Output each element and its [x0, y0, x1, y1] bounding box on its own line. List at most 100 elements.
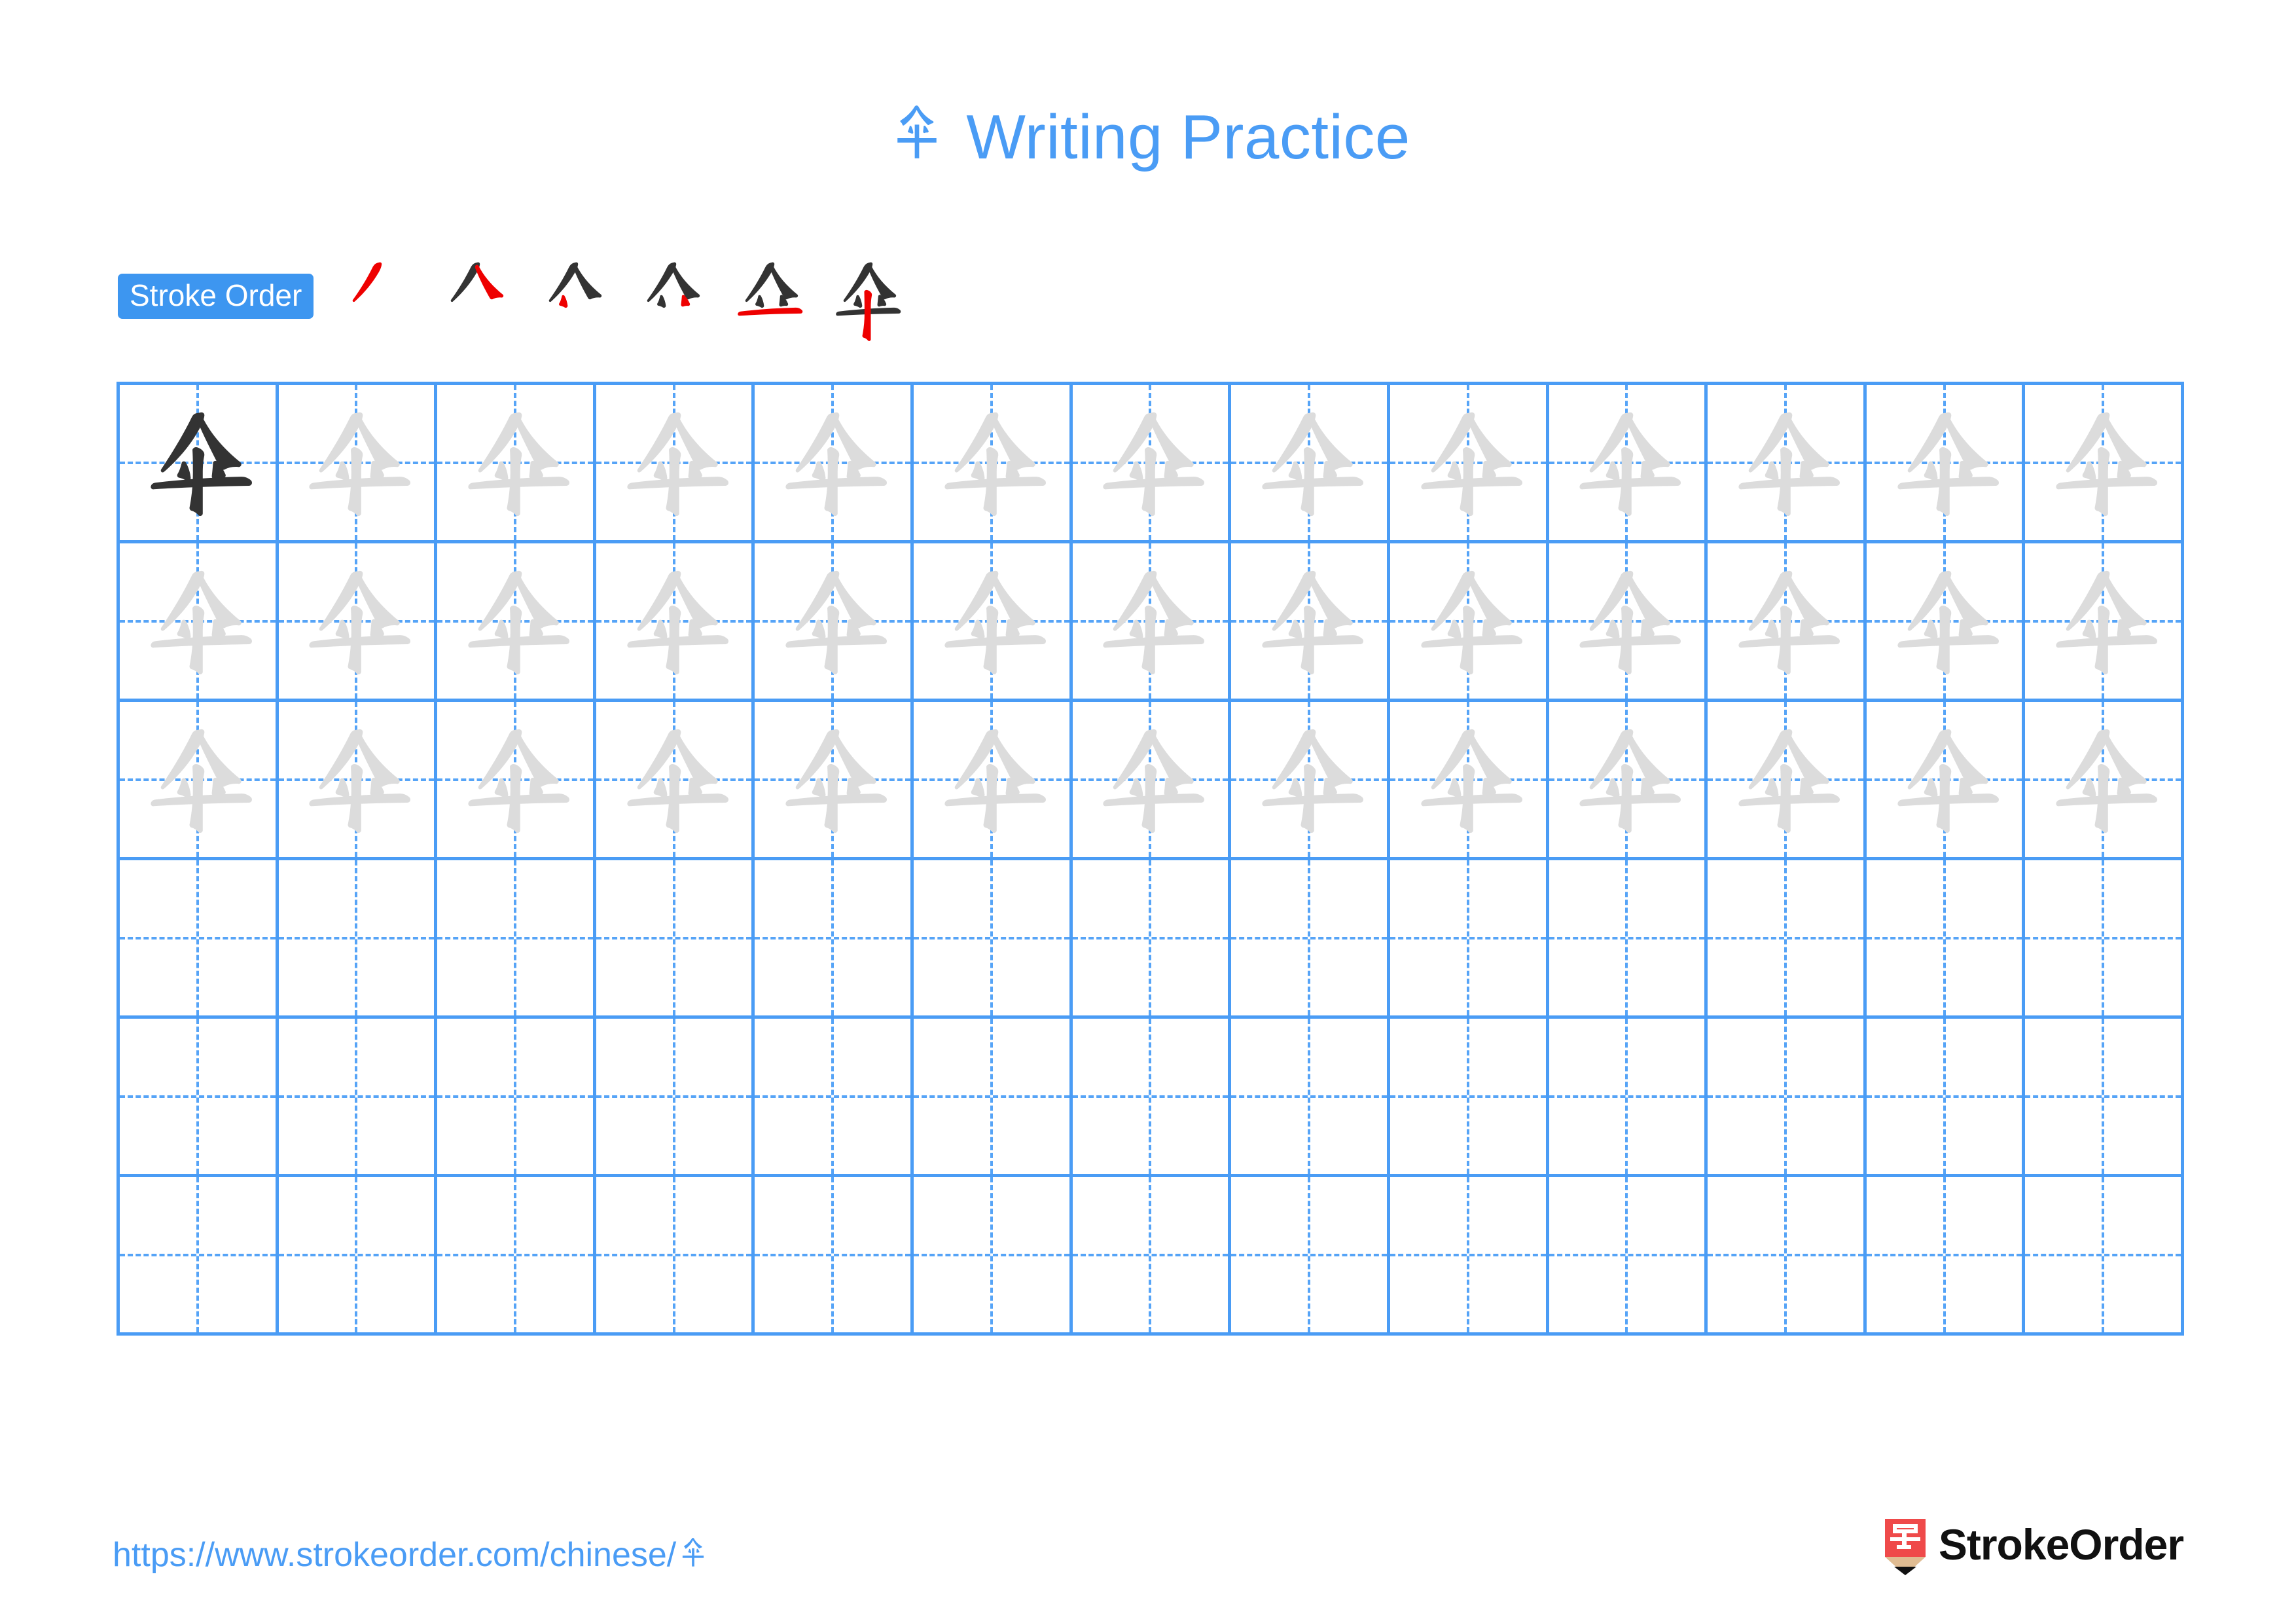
character-glyph-trace	[1390, 385, 1546, 540]
grid-cell-r4c12[interactable]	[1866, 860, 2026, 1019]
grid-cell-r1c7[interactable]	[1072, 385, 1232, 543]
grid-cell-r5c13[interactable]	[2025, 1019, 2184, 1177]
grid-cell-r2c3[interactable]	[437, 543, 596, 702]
grid-cell-r4c5[interactable]	[755, 860, 914, 1019]
grid-cell-r6c8[interactable]	[1231, 1177, 1390, 1336]
character-glyph-trace	[914, 543, 1069, 699]
stroke-order-badge: Stroke Order	[118, 273, 314, 319]
grid-cell-r6c5[interactable]	[755, 1177, 914, 1336]
grid-cell-r4c7[interactable]	[1072, 860, 1232, 1019]
grid-cell-r2c2[interactable]	[278, 543, 438, 702]
grid-cell-r4c3[interactable]	[437, 860, 596, 1019]
grid-cell-r3c3[interactable]	[437, 702, 596, 860]
character-glyph-trace	[1867, 702, 2022, 857]
grid-cell-r3c9[interactable]	[1390, 702, 1549, 860]
character-glyph-trace	[1867, 385, 2022, 540]
grid-cell-r2c10[interactable]	[1549, 543, 1708, 702]
grid-cell-r3c2[interactable]	[278, 702, 438, 860]
grid-cell-r2c7[interactable]	[1072, 543, 1232, 702]
grid-cell-r5c8[interactable]	[1231, 1019, 1390, 1177]
grid-cell-r5c7[interactable]	[1072, 1019, 1232, 1177]
grid-cell-r1c1[interactable]	[120, 385, 279, 543]
grid-cell-r5c11[interactable]	[1708, 1019, 1867, 1177]
grid-cell-r6c11[interactable]	[1708, 1177, 1867, 1336]
character-glyph-trace	[279, 385, 435, 540]
grid-cell-r5c10[interactable]	[1549, 1019, 1708, 1177]
grid-cell-r6c9[interactable]	[1390, 1177, 1549, 1336]
grid-cell-r2c11[interactable]	[1708, 543, 1867, 702]
grid-cell-r1c2[interactable]	[278, 385, 438, 543]
grid-cell-r5c6[interactable]	[914, 1019, 1073, 1177]
grid-cell-r2c5[interactable]	[755, 543, 914, 702]
grid-cell-r4c11[interactable]	[1708, 860, 1867, 1019]
brand-logo[interactable]: StrokeOrder	[1884, 1518, 2184, 1577]
grid-cell-r4c2[interactable]	[278, 860, 438, 1019]
grid-cell-r6c6[interactable]	[914, 1177, 1073, 1336]
grid-cell-r3c13[interactable]	[2025, 702, 2184, 860]
grid-cell-r4c10[interactable]	[1549, 860, 1708, 1019]
grid-cell-r2c4[interactable]	[596, 543, 755, 702]
grid-cell-r6c13[interactable]	[2025, 1177, 2184, 1336]
stroke-step-6	[819, 248, 917, 346]
grid-cell-r5c3[interactable]	[437, 1019, 596, 1177]
character-glyph-trace	[120, 543, 276, 699]
stroke-order-section: Stroke Order	[118, 252, 917, 341]
grid-cell-r5c1[interactable]	[120, 1019, 279, 1177]
grid-cell-r5c5[interactable]	[755, 1019, 914, 1177]
grid-cell-r4c8[interactable]	[1231, 860, 1390, 1019]
grid-cell-r5c9[interactable]	[1390, 1019, 1549, 1177]
character-glyph-trace	[437, 702, 593, 857]
grid-cell-r3c5[interactable]	[755, 702, 914, 860]
character-glyph-trace	[1708, 543, 1863, 699]
page-title-text: Writing Practice	[948, 102, 1410, 172]
grid-cell-r2c13[interactable]	[2025, 543, 2184, 702]
grid-cell-r2c8[interactable]	[1231, 543, 1390, 702]
grid-cell-r3c10[interactable]	[1549, 702, 1708, 860]
grid-cell-r4c9[interactable]	[1390, 860, 1549, 1019]
grid-cell-r1c9[interactable]	[1390, 385, 1549, 543]
grid-cell-r3c6[interactable]	[914, 702, 1073, 860]
grid-cell-r6c10[interactable]	[1549, 1177, 1708, 1336]
character-glyph-model	[120, 385, 276, 540]
grid-cell-r1c11[interactable]	[1708, 385, 1867, 543]
grid-cell-r2c12[interactable]	[1866, 543, 2026, 702]
grid-cell-r1c6[interactable]	[914, 385, 1073, 543]
character-glyph-trace	[1549, 543, 1705, 699]
character-glyph-trace	[2025, 543, 2181, 699]
grid-cell-r3c8[interactable]	[1231, 702, 1390, 860]
grid-cell-r6c4[interactable]	[596, 1177, 755, 1336]
grid-cell-r2c1[interactable]	[120, 543, 279, 702]
grid-cell-r5c4[interactable]	[596, 1019, 755, 1177]
grid-cell-r3c12[interactable]	[1866, 702, 2026, 860]
grid-cell-r1c5[interactable]	[755, 385, 914, 543]
url-character-glyph	[676, 1535, 710, 1569]
grid-cell-r3c7[interactable]	[1072, 702, 1232, 860]
character-glyph-trace	[2025, 385, 2181, 540]
grid-cell-r5c2[interactable]	[278, 1019, 438, 1177]
brand-name: StrokeOrder	[1938, 1520, 2184, 1569]
source-url-link[interactable]: https://www.strokeorder.com/chinese/	[113, 1532, 710, 1578]
grid-cell-r4c13[interactable]	[2025, 860, 2184, 1019]
grid-cell-r3c1[interactable]	[120, 702, 279, 860]
grid-cell-r4c1[interactable]	[120, 860, 279, 1019]
character-glyph-trace	[120, 702, 276, 857]
character-glyph-trace	[1231, 385, 1387, 540]
grid-cell-r2c9[interactable]	[1390, 543, 1549, 702]
grid-cell-r3c11[interactable]	[1708, 702, 1867, 860]
grid-cell-r6c12[interactable]	[1866, 1177, 2026, 1336]
grid-cell-r1c3[interactable]	[437, 385, 596, 543]
grid-cell-r3c4[interactable]	[596, 702, 755, 860]
grid-cell-r1c10[interactable]	[1549, 385, 1708, 543]
grid-cell-r6c7[interactable]	[1072, 1177, 1232, 1336]
grid-cell-r6c2[interactable]	[278, 1177, 438, 1336]
grid-cell-r4c4[interactable]	[596, 860, 755, 1019]
grid-cell-r1c12[interactable]	[1866, 385, 2026, 543]
grid-cell-r6c3[interactable]	[437, 1177, 596, 1336]
grid-cell-r4c6[interactable]	[914, 860, 1073, 1019]
grid-cell-r5c12[interactable]	[1866, 1019, 2026, 1177]
grid-cell-r6c1[interactable]	[120, 1177, 279, 1336]
grid-cell-r1c4[interactable]	[596, 385, 755, 543]
grid-cell-r2c6[interactable]	[914, 543, 1073, 702]
grid-cell-r1c13[interactable]	[2025, 385, 2184, 543]
grid-cell-r1c8[interactable]	[1231, 385, 1390, 543]
